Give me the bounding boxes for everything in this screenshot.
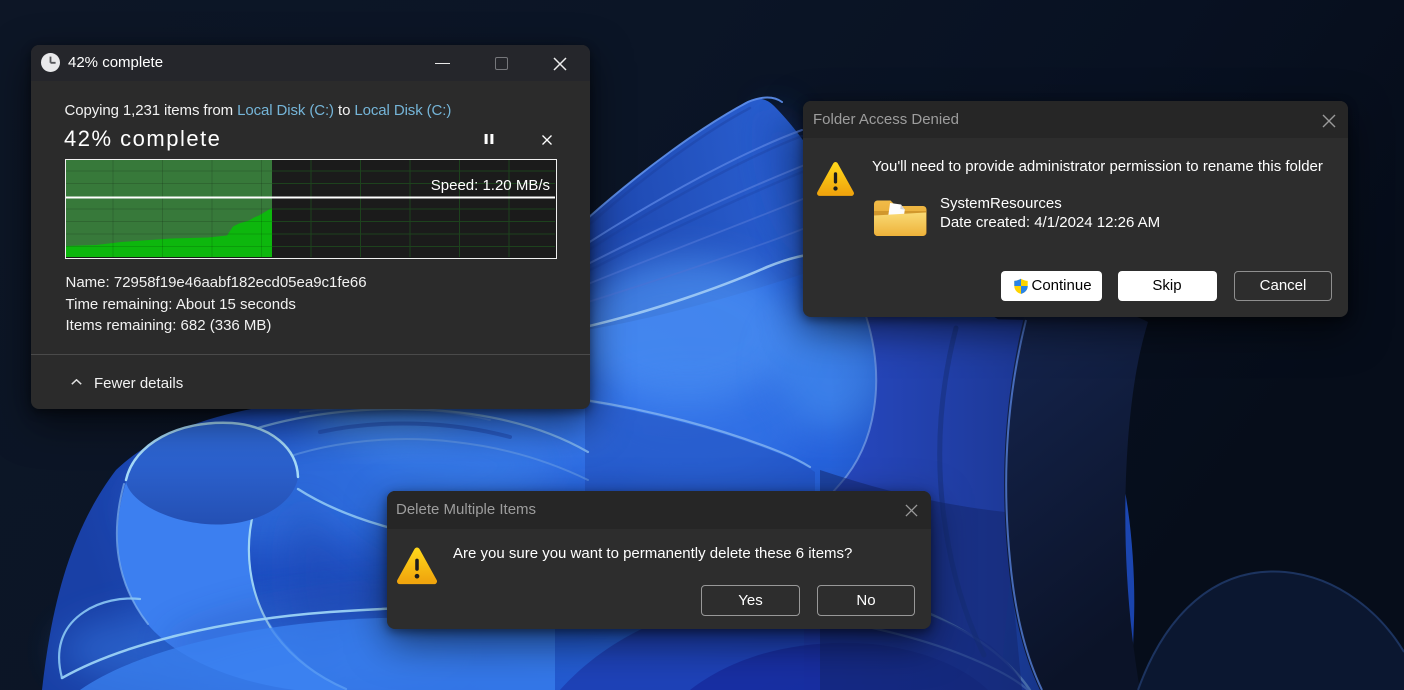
svg-text:Speed: 1.20 MB/s: Speed: 1.20 MB/s [430, 177, 549, 194]
